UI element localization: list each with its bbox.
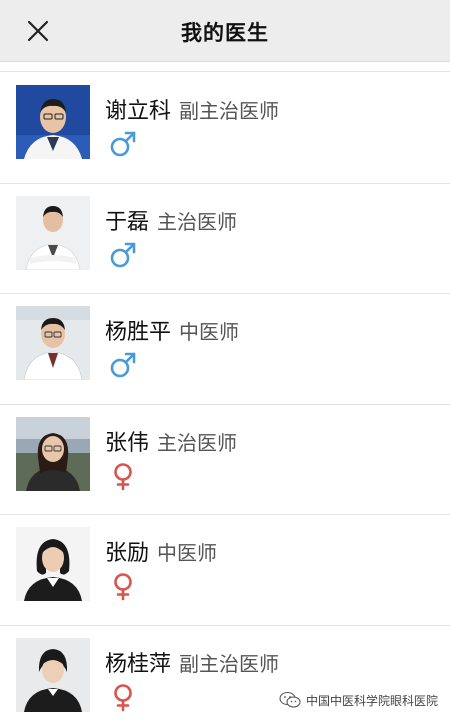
- nav-bar: 我的医生: [0, 0, 450, 62]
- doctor-name-line: 张伟 主治医师: [105, 425, 237, 457]
- doctor-list-item[interactable]: 于磊 主治医师: [0, 184, 450, 294]
- doctor-list-item[interactable]: 张伟 主治医师: [0, 405, 450, 515]
- doctor-avatar: [16, 527, 90, 601]
- doctor-list: 谢立科 副主治医师 于磊 主治医师 杨胜平 中医师 张伟 主治医师 张励 中医师…: [0, 73, 450, 721]
- header-gap: [0, 62, 450, 72]
- doctor-avatar: [16, 416, 90, 491]
- doctor-title: 副主治医师: [179, 651, 280, 676]
- female-icon: [114, 462, 132, 490]
- doctor-title: 主治医师: [157, 430, 238, 455]
- doctor-name-line: 于磊 主治医师: [105, 204, 237, 236]
- doctor-list-item[interactable]: 张励 中医师: [0, 515, 450, 626]
- page-title: 我的医生: [181, 21, 269, 45]
- doctor-name: 杨胜平: [105, 320, 172, 345]
- male-icon: [110, 131, 136, 157]
- doctor-title: 中医师: [179, 320, 240, 344]
- doctor-list-item[interactable]: 杨胜平 中医师: [0, 294, 450, 405]
- female-icon: [114, 573, 132, 601]
- doctor-name: 张伟: [105, 430, 150, 456]
- watermark-text: 中国中医科学院眼科医院: [305, 693, 438, 708]
- doctor-title: 主治医师: [157, 209, 238, 234]
- doctor-title: 副主治医师: [179, 99, 280, 123]
- doctor-avatar: [16, 637, 90, 712]
- doctor-name: 杨桂萍: [105, 651, 172, 677]
- doctor-title: 中医师: [157, 541, 218, 565]
- watermark: 中国中医科学院眼科医院: [279, 691, 438, 709]
- doctor-name: 于磊: [105, 209, 150, 235]
- doctor-name: 张励: [105, 541, 150, 566]
- doctor-list-item[interactable]: 谢立科 副主治医师: [0, 73, 450, 184]
- doctor-avatar: [16, 306, 90, 380]
- male-icon: [110, 242, 136, 267]
- doctor-name-line: 杨桂萍 副主治医师: [105, 646, 279, 678]
- doctor-name-line: 谢立科 副主治医师: [105, 93, 279, 125]
- female-icon: [114, 683, 132, 711]
- doctor-name-line: 张励 中医师: [105, 535, 217, 567]
- male-icon: [110, 352, 136, 378]
- doctor-name-line: 杨胜平 中医师: [105, 314, 239, 346]
- doctor-name: 谢立科: [105, 99, 172, 124]
- doctor-avatar: [16, 85, 90, 159]
- wechat-icon: [279, 691, 301, 708]
- doctor-avatar: [16, 195, 90, 270]
